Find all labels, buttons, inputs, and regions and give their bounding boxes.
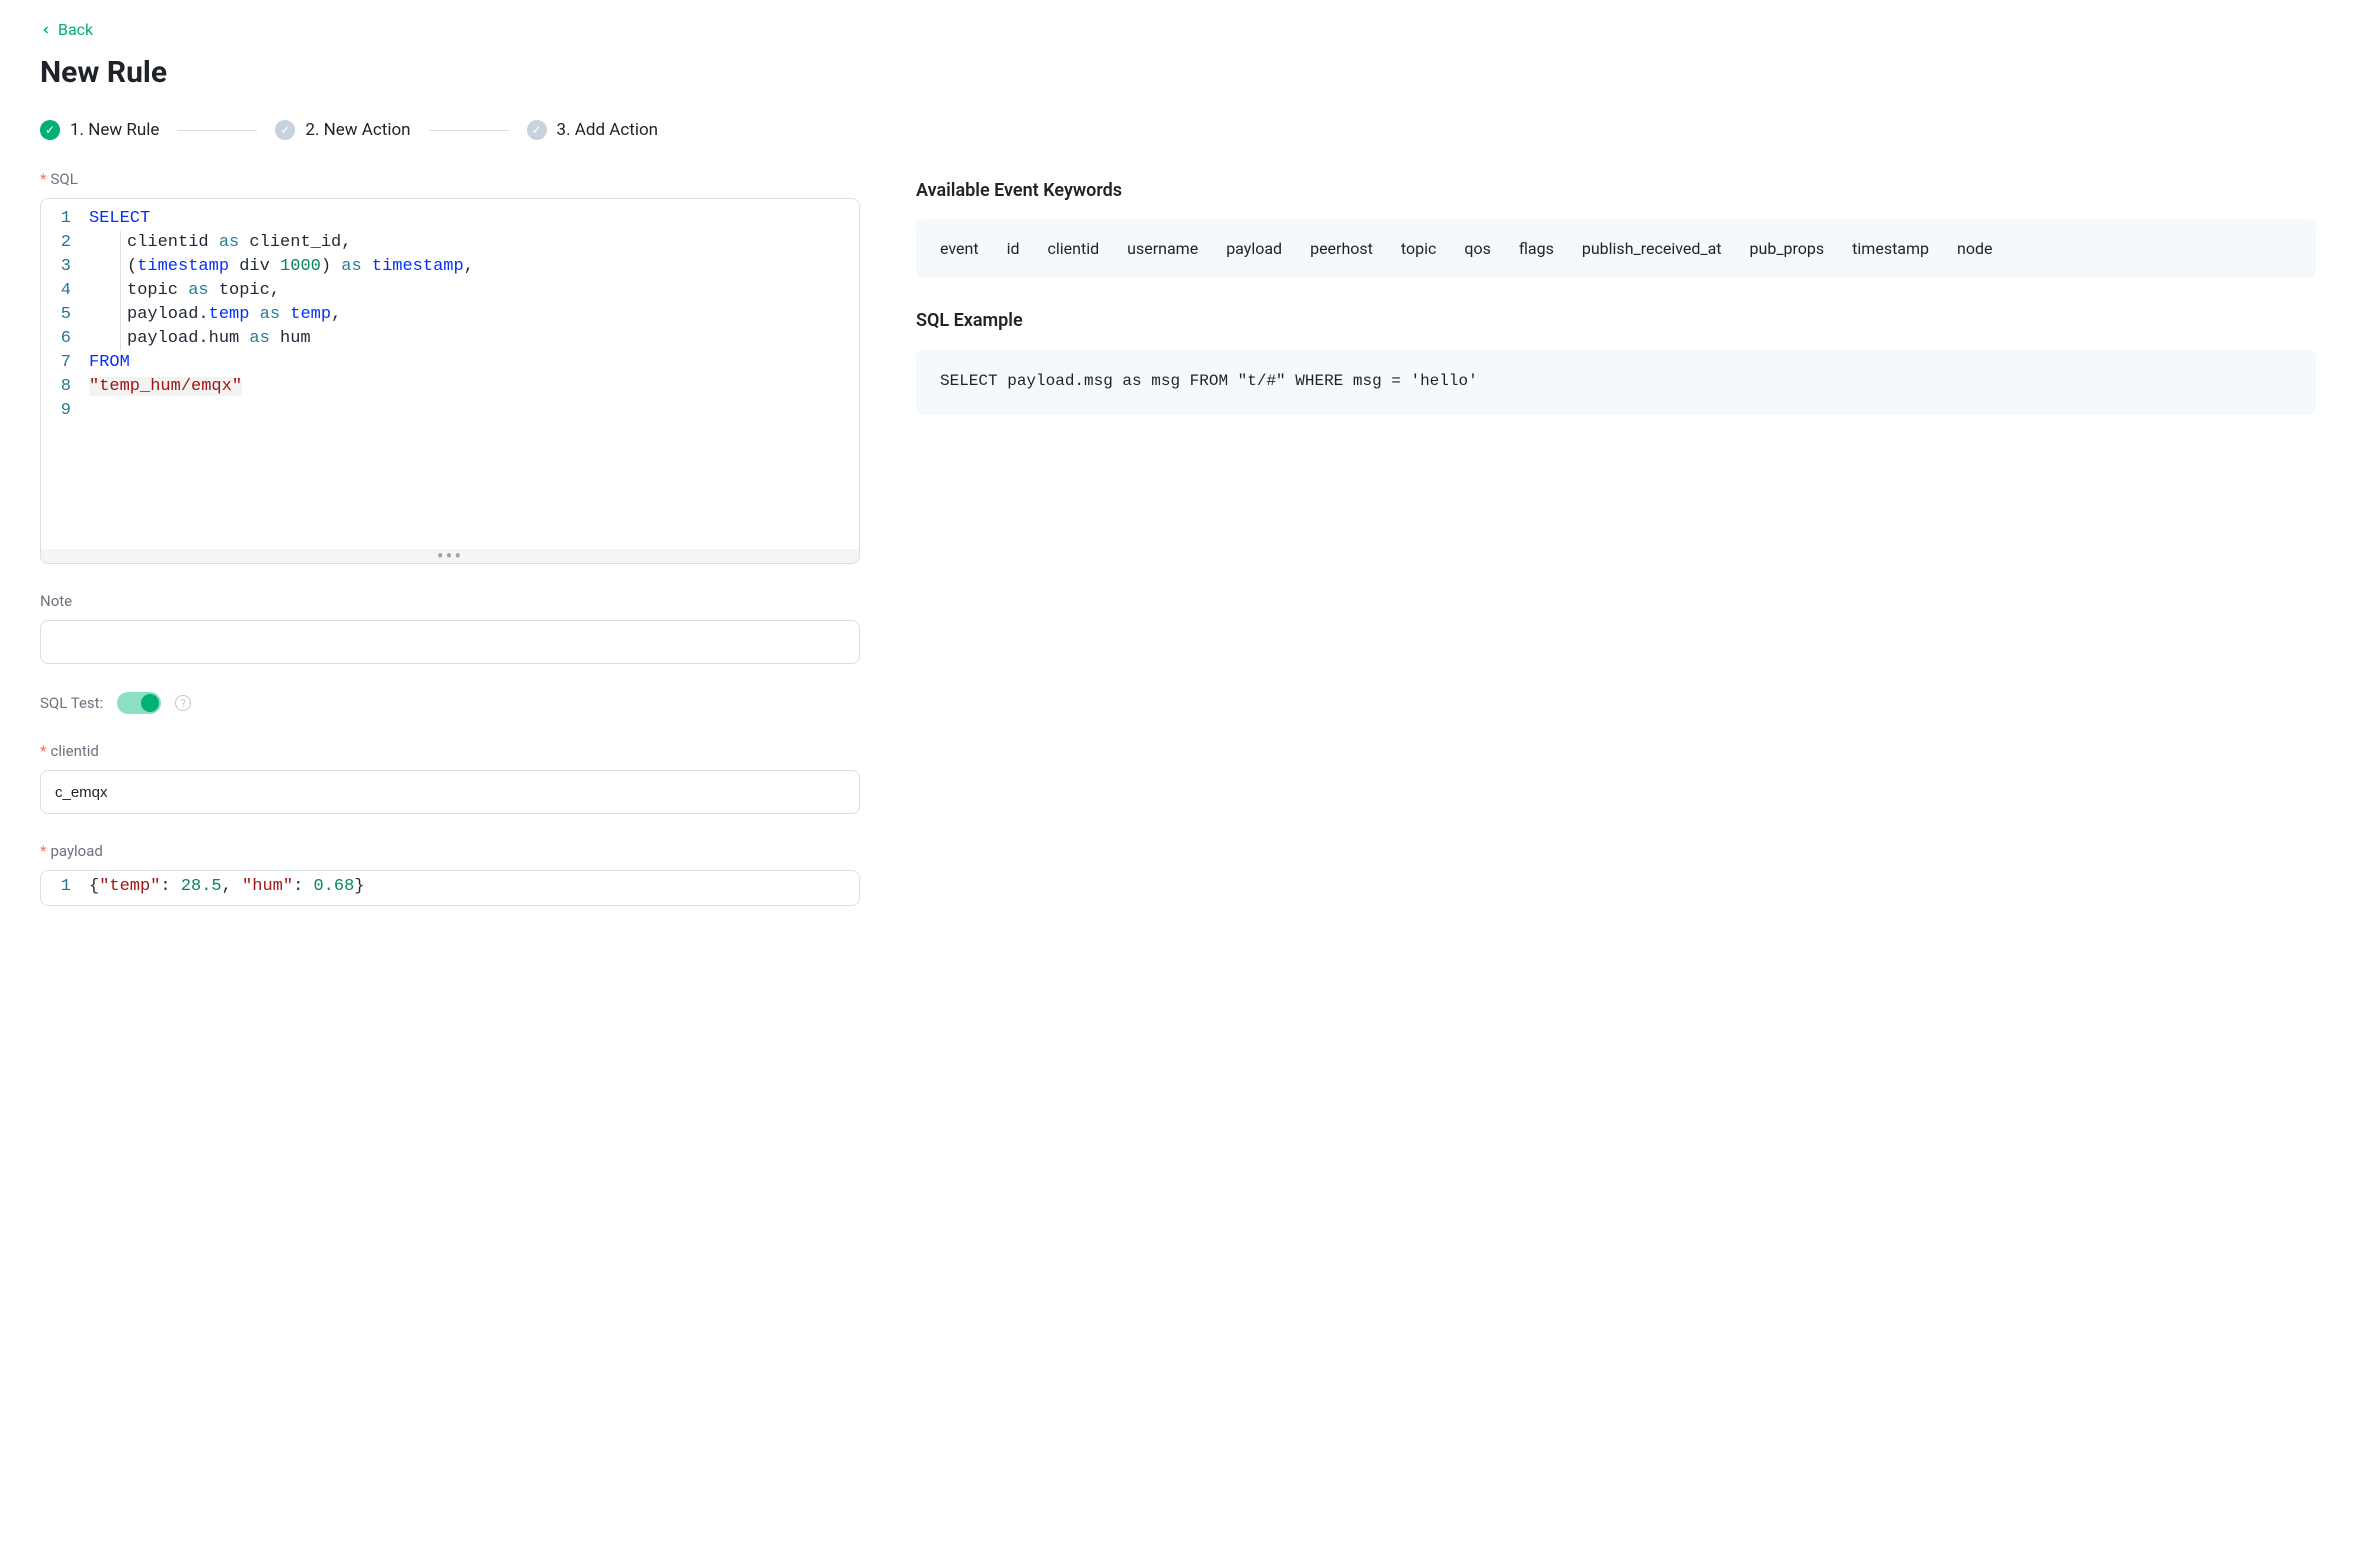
- chevron-left-icon: [40, 24, 52, 36]
- keyword-item: peerhost: [1310, 239, 1373, 258]
- help-icon[interactable]: ?: [175, 695, 191, 711]
- keyword-item: clientid: [1048, 239, 1100, 258]
- page-title: New Rule: [40, 55, 2316, 90]
- sql-example-box: SELECT payload.msg as msg FROM "t/#" WHE…: [916, 349, 2316, 415]
- step-3: ✓ 3. Add Action: [527, 120, 659, 140]
- sql-editor[interactable]: 1SELECT 2clientid as client_id, 3(timest…: [40, 198, 860, 564]
- keyword-item: topic: [1401, 239, 1436, 258]
- note-label: Note: [40, 592, 860, 610]
- keyword-item: payload: [1226, 239, 1282, 258]
- step-2-label: 2. New Action: [305, 120, 410, 140]
- back-button[interactable]: Back: [40, 20, 93, 39]
- payload-label: *payload: [40, 842, 860, 860]
- sql-test-label: SQL Test:: [40, 694, 103, 712]
- step-divider: [177, 130, 257, 131]
- editor-resize-handle[interactable]: •••: [41, 549, 859, 563]
- back-label: Back: [58, 20, 93, 39]
- step-indicator: ✓ 1. New Rule ✓ 2. New Action ✓ 3. Add A…: [40, 120, 2316, 140]
- keyword-item: flags: [1519, 239, 1554, 258]
- keyword-item: event: [940, 239, 979, 258]
- note-input[interactable]: [40, 620, 860, 664]
- clientid-input[interactable]: [40, 770, 860, 814]
- check-icon: ✓: [40, 120, 60, 140]
- keyword-item: qos: [1464, 239, 1490, 258]
- keyword-item: username: [1127, 239, 1198, 258]
- sql-example-heading: SQL Example: [916, 310, 2316, 331]
- payload-editor[interactable]: 1{"temp": 28.5, "hum": 0.68}: [40, 870, 860, 906]
- keyword-item: publish_received_at: [1582, 239, 1722, 258]
- keyword-item: node: [1957, 239, 1992, 258]
- keyword-item: id: [1007, 239, 1020, 258]
- sql-label: *SQL: [40, 170, 860, 188]
- sql-test-toggle[interactable]: [117, 692, 161, 714]
- step-divider: [429, 130, 509, 131]
- check-icon: ✓: [527, 120, 547, 140]
- keywords-heading: Available Event Keywords: [916, 180, 2316, 201]
- step-1: ✓ 1. New Rule: [40, 120, 159, 140]
- clientid-label: *clientid: [40, 742, 860, 760]
- step-3-label: 3. Add Action: [557, 120, 659, 140]
- step-2: ✓ 2. New Action: [275, 120, 410, 140]
- check-icon: ✓: [275, 120, 295, 140]
- keyword-item: timestamp: [1852, 239, 1929, 258]
- keywords-box: event id clientid username payload peerhost to…: [916, 219, 2316, 278]
- step-1-label: 1. New Rule: [70, 120, 159, 140]
- keyword-item: pub_props: [1750, 239, 1825, 258]
